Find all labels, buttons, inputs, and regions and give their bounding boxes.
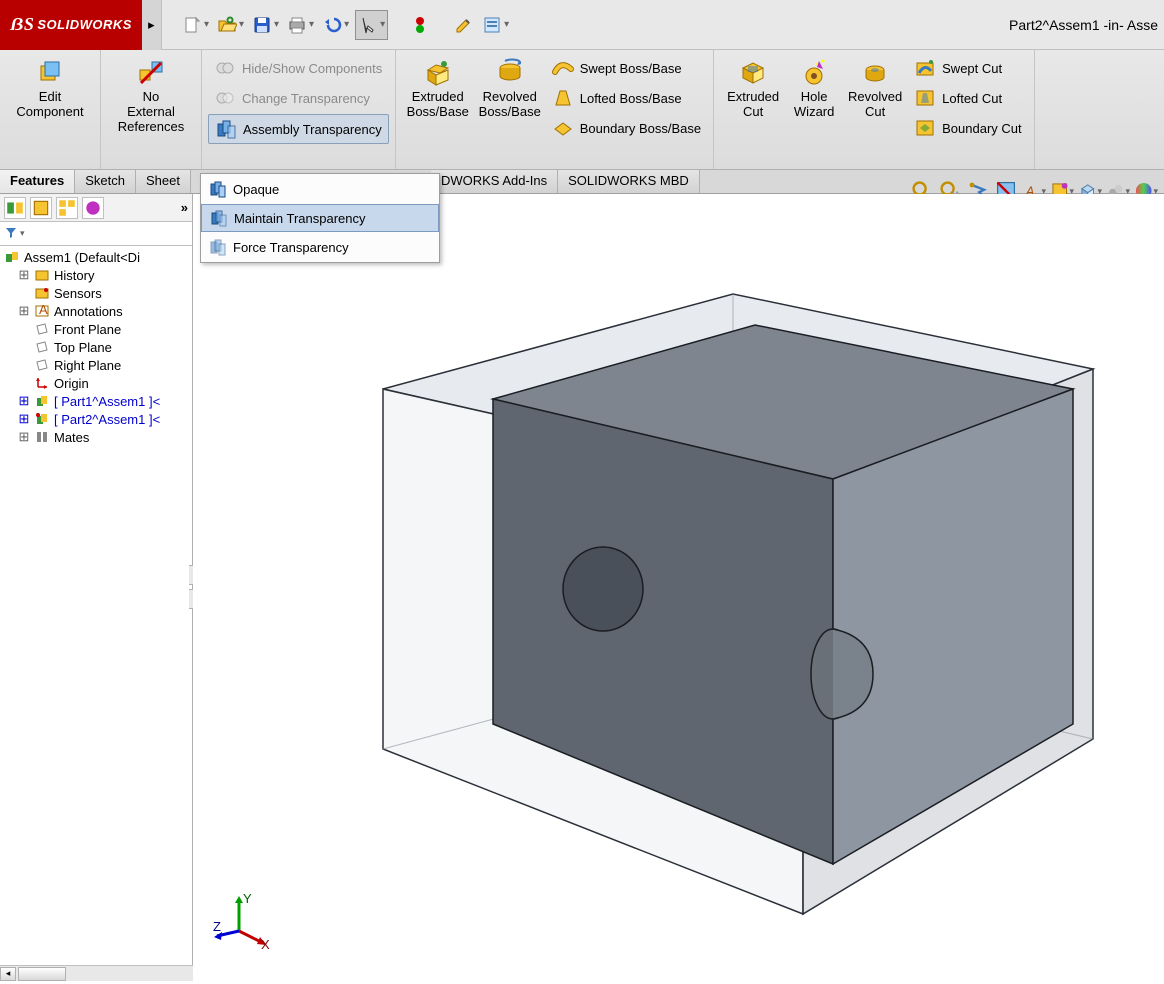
tab-features[interactable]: Features [0, 170, 75, 193]
feature-manager-panel: » ▾ Assem1 (Default<Di ⊞History Sensors … [0, 194, 193, 981]
filter-icon[interactable] [4, 225, 18, 242]
tab-mbd[interactable]: SOLIDWORKS MBD [558, 170, 700, 193]
options-button[interactable]: ▾ [480, 11, 511, 39]
feature-tree: Assem1 (Default<Di ⊞History Sensors ⊞AAn… [0, 246, 192, 446]
swept-cut-button[interactable]: Swept Cut [908, 54, 1008, 82]
orientation-triad-icon: Y X Z [211, 891, 271, 951]
tree-root[interactable]: Assem1 (Default<Di [4, 248, 192, 266]
display-manager-tab-icon[interactable] [82, 197, 104, 219]
tree-part2[interactable]: ⊞[ Part2^Assem1 ]< [4, 410, 192, 428]
save-button[interactable]: ▾ [250, 11, 281, 39]
tree-front-plane[interactable]: Front Plane [4, 320, 192, 338]
menu-bar: ẞSSOLIDWORKS ▸ ▾ ▾ ▾ ▾ ▾ ▾ ▾ Part2^Assem… [0, 0, 1164, 50]
revolved-boss-button[interactable]: Revolved Boss/Base [474, 54, 546, 124]
lofted-boss-button[interactable]: Lofted Boss/Base [546, 84, 688, 112]
select-button[interactable]: ▾ [355, 10, 388, 40]
open-file-button[interactable]: ▾ [215, 11, 246, 39]
svg-text:Z: Z [213, 919, 221, 934]
property-manager-tab-icon[interactable] [30, 197, 52, 219]
more-tabs-icon[interactable]: » [181, 200, 188, 215]
tab-sketch[interactable]: Sketch [75, 170, 136, 193]
undo-button[interactable]: ▾ [320, 11, 351, 39]
assembly-transparency-button[interactable]: Assembly Transparency [208, 114, 389, 144]
tree-sensors[interactable]: Sensors [4, 284, 192, 302]
tree-top-plane[interactable]: Top Plane [4, 338, 192, 356]
menu-opaque[interactable]: Opaque [201, 174, 439, 204]
menu-maintain-transparency[interactable]: Maintain Transparency [201, 204, 439, 232]
lofted-cut-button[interactable]: Lofted Cut [908, 84, 1008, 112]
change-transparency-button[interactable]: Change Transparency [208, 84, 376, 112]
hide-show-components-button[interactable]: Hide/Show Components [208, 54, 388, 82]
new-file-button[interactable]: ▾ [180, 11, 211, 39]
tree-history[interactable]: ⊞History [4, 266, 192, 284]
edit-component-button[interactable]: Edit Component [6, 54, 94, 124]
revolved-cut-button[interactable]: Revolved Cut [842, 54, 908, 124]
edit-button[interactable] [452, 11, 476, 39]
svg-text:A: A [39, 303, 48, 317]
window-title: Part2^Assem1 -in- Asse [1003, 17, 1164, 33]
svg-text:X: X [261, 937, 270, 951]
extruded-boss-button[interactable]: Extruded Boss/Base [402, 54, 474, 124]
tab-sheet[interactable]: Sheet [136, 170, 191, 193]
print-button[interactable]: ▾ [285, 11, 316, 39]
assembly-transparency-menu: Opaque Maintain Transparency Force Trans… [200, 173, 440, 263]
hole-wizard-button[interactable]: Hole Wizard [786, 54, 842, 124]
tab-addins[interactable]: DWORKS Add-Ins [431, 170, 558, 193]
tree-origin[interactable]: Origin [4, 374, 192, 392]
tree-right-plane[interactable]: Right Plane [4, 356, 192, 374]
no-external-references-button[interactable]: No External References [107, 54, 195, 139]
ribbon: Edit Component No External References Hi… [0, 50, 1164, 170]
horizontal-scrollbar[interactable]: ◂ [0, 965, 193, 981]
rebuild-button[interactable] [408, 11, 432, 39]
tree-annotations[interactable]: ⊞AAnnotations [4, 302, 192, 320]
swept-boss-button[interactable]: Swept Boss/Base [546, 54, 688, 82]
config-manager-tab-icon[interactable] [56, 197, 78, 219]
graphics-viewport[interactable]: Y X Z [193, 194, 1164, 981]
boundary-boss-button[interactable]: Boundary Boss/Base [546, 114, 707, 142]
feature-tree-tab-icon[interactable] [4, 197, 26, 219]
tree-part1[interactable]: ⊞[ Part1^Assem1 ]< [4, 392, 192, 410]
extruded-cut-button[interactable]: Extruded Cut [720, 54, 786, 124]
boundary-cut-button[interactable]: Boundary Cut [908, 114, 1028, 142]
menu-expand-icon[interactable]: ▸ [142, 0, 162, 50]
tree-mates[interactable]: ⊞Mates [4, 428, 192, 446]
app-logo: ẞSSOLIDWORKS [0, 0, 142, 50]
svg-text:Y: Y [243, 891, 252, 906]
menu-force-transparency[interactable]: Force Transparency [201, 232, 439, 262]
